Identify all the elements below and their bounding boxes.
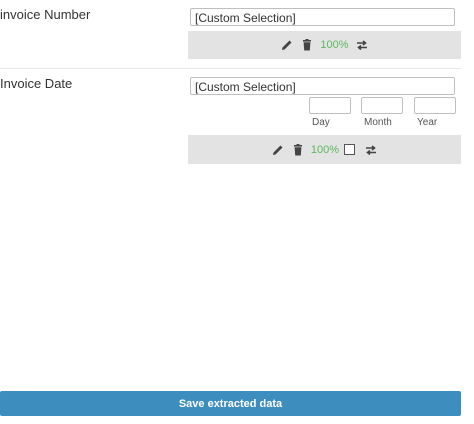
invoice-date-toolbar: 100% (188, 135, 461, 164)
invoice-date-delete-button[interactable] (288, 143, 308, 157)
invoice-number-confidence: 100% (320, 39, 349, 51)
invoice-date-checkbox[interactable] (344, 144, 356, 155)
day-label: Day (312, 117, 330, 128)
trash-icon (293, 143, 302, 155)
invoice-number-selection-field[interactable]: [Custom Selection] (190, 8, 455, 26)
year-input[interactable] (414, 97, 456, 114)
month-input[interactable] (361, 97, 403, 114)
invoice-number-edit-button[interactable] (277, 38, 297, 52)
invoice-date-swap-button[interactable] (361, 143, 381, 157)
invoice-number-toolbar: 100% (188, 31, 461, 59)
invoice-date-edit-button[interactable] (268, 143, 288, 157)
day-input[interactable] (309, 97, 351, 114)
save-extracted-data-button[interactable]: Save extracted data (0, 391, 461, 416)
trash-icon (303, 39, 312, 51)
swap-arrows-icon (366, 144, 377, 155)
pencil-icon (282, 40, 292, 50)
section-divider (0, 68, 461, 69)
month-label: Month (364, 117, 392, 128)
invoice-number-label: invoice Number (0, 7, 91, 22)
invoice-number-delete-button[interactable] (297, 38, 317, 52)
year-label: Year (417, 117, 438, 128)
invoice-date-selection-field[interactable]: [Custom Selection] (190, 77, 455, 95)
pencil-icon (272, 145, 283, 155)
invoice-date-confidence: 100% (310, 143, 340, 156)
invoice-number-swap-button[interactable] (352, 38, 372, 52)
invoice-date-label: Invoice Date (0, 76, 73, 91)
swap-arrows-icon (356, 40, 367, 51)
